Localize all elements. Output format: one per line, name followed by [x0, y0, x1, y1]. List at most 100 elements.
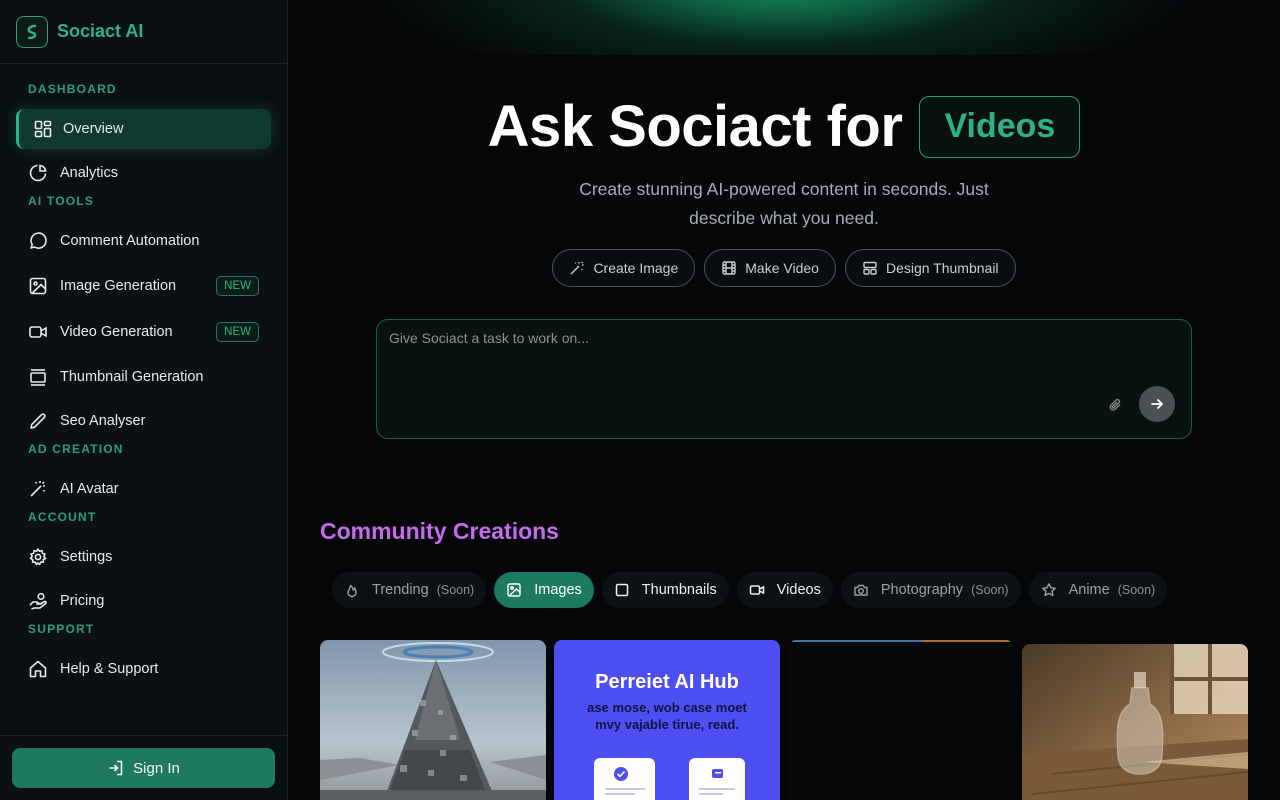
sidebar-item-comment-automation[interactable]: Comment Automation: [16, 221, 271, 261]
main-content: Ask Sociact for Videos Create stunning A…: [288, 0, 1280, 800]
hero-title: Ask Sociact for Videos: [288, 93, 1280, 160]
filter-photography[interactable]: Photography (Soon): [840, 572, 1021, 608]
flame-icon: [347, 584, 357, 598]
video-camera-icon: [28, 322, 48, 342]
top-glow: [288, 0, 1280, 55]
design-thumbnail-button[interactable]: Design Thumbnail: [844, 249, 1016, 287]
sidebar-item-pricing[interactable]: Pricing: [16, 581, 271, 621]
sidebar-item-label: Comment Automation: [60, 233, 200, 249]
sidebar-item-label: Overview: [63, 121, 124, 137]
magic-wand-icon: [28, 479, 48, 499]
filter-label: Thumbnails: [641, 582, 717, 598]
sidebar-item-settings[interactable]: Settings: [16, 537, 271, 577]
create-image-button[interactable]: Create Image: [552, 249, 696, 287]
filter-videos[interactable]: Videos: [736, 572, 833, 608]
sidebar-item-analytics[interactable]: Analytics: [16, 153, 271, 193]
square-icon: [615, 583, 629, 597]
sidebar-item-label: Pricing: [60, 593, 105, 609]
sidebar-item-label: Image Generation: [60, 278, 177, 294]
soon-label: (Soon): [1117, 583, 1156, 597]
brand[interactable]: Sociact AI: [0, 0, 287, 64]
soon-label: (Soon): [436, 583, 475, 597]
brand-logo-icon: [16, 15, 48, 48]
sidebar: Sociact AI DASHBOARD Overview Analytics …: [0, 0, 288, 800]
message-circle-icon: [28, 231, 48, 251]
hero-subtitle: Create stunning AI-powered content in se…: [579, 179, 989, 228]
arrow-right-icon: [1151, 399, 1163, 409]
sidebar-item-video-generation[interactable]: Video Generation NEW: [16, 312, 271, 352]
sidebar-item-seo-analyser[interactable]: Seo Analyser: [16, 401, 271, 441]
filter-thumbnails[interactable]: Thumbnails: [601, 572, 729, 608]
sidebar-item-ai-avatar[interactable]: AI Avatar: [16, 469, 271, 509]
sidebar-item-label: Help & Support: [60, 661, 159, 677]
quick-actions: Create Image Make Video Design Thumbnail: [288, 249, 1280, 287]
filter-label: Photography: [880, 582, 964, 598]
glass-bottle-image: [1022, 644, 1248, 800]
make-video-button[interactable]: Make Video: [704, 249, 836, 287]
sidebar-item-label: Video Generation: [60, 324, 173, 340]
creation-card-dark[interactable]: [788, 640, 1014, 800]
sidebar-item-label: AI Avatar: [60, 481, 119, 497]
home-icon: [28, 659, 48, 679]
prompt-box: [376, 319, 1192, 439]
sidebar-item-overview[interactable]: Overview: [16, 109, 271, 149]
filter-trending[interactable]: Trending (Soon): [332, 572, 487, 608]
gear-icon: [28, 547, 48, 567]
image-icon: [507, 583, 521, 597]
hero-highlight-pill: Videos: [919, 95, 1081, 158]
filter-images[interactable]: Images: [494, 572, 594, 608]
pencil-icon: [28, 411, 48, 431]
image-icon: [28, 276, 48, 296]
soon-label: (Soon): [971, 583, 1009, 597]
sidebar-item-image-generation[interactable]: Image Generation NEW: [16, 266, 271, 306]
creation-card-ai-hub[interactable]: Perreiet AI Hub ase mose, wob case moet …: [554, 640, 780, 800]
magic-wand-icon: [570, 261, 584, 275]
log-in-icon: [109, 760, 123, 776]
prompt-input[interactable]: [377, 320, 1117, 438]
sidebar-footer: Sign In: [0, 735, 287, 800]
filter-label: Images: [534, 582, 582, 598]
pie-chart-icon: [28, 163, 48, 183]
section-label-ad-creation: AD CREATION: [28, 442, 124, 456]
card-hub-panel-left: [594, 758, 655, 800]
check-circle-icon: [605, 767, 645, 795]
layout-icon: [863, 261, 877, 275]
grid-icon: [33, 119, 53, 139]
sign-in-button[interactable]: Sign In: [12, 748, 275, 788]
sidebar-item-label: Seo Analyser: [60, 413, 146, 429]
sidebar-item-label: Settings: [60, 549, 113, 565]
send-button[interactable]: [1139, 386, 1175, 422]
video-camera-icon: [749, 585, 764, 595]
card-hub-panel-right: [689, 758, 745, 800]
design-thumbnail-label: Design Thumbnail: [885, 260, 999, 276]
filter-anime[interactable]: Anime (Soon): [1028, 572, 1168, 608]
community-filters: Trending (Soon) Images Thumbnails Videos…: [332, 572, 1168, 608]
section-label-account: ACCOUNT: [28, 510, 97, 524]
camera-icon: [854, 584, 868, 596]
paperclip-icon[interactable]: [1105, 395, 1125, 415]
make-video-label: Make Video: [745, 260, 819, 276]
creation-card-city-tower[interactable]: [320, 640, 546, 800]
city-tower-image: [320, 640, 546, 800]
hero-title-text: Ask Sociact for: [487, 94, 903, 159]
brand-name: Sociact AI: [57, 21, 144, 41]
filter-label: Anime: [1068, 582, 1110, 598]
new-badge: NEW: [216, 322, 259, 342]
filter-label: Trending: [372, 582, 429, 598]
sign-in-label: Sign In: [133, 759, 180, 777]
sidebar-item-help-support[interactable]: Help & Support: [16, 649, 271, 689]
section-label-ai-tools: AI TOOLS: [28, 194, 95, 208]
sidebar-item-label: Thumbnail Generation: [60, 369, 204, 385]
thumbnail-icon: [28, 367, 48, 387]
sidebar-item-thumbnail-generation[interactable]: Thumbnail Generation: [16, 357, 271, 397]
dark-image: [788, 640, 1014, 800]
wallet-icon: [699, 769, 735, 795]
community-title: Community Creations: [320, 518, 559, 544]
create-image-label: Create Image: [593, 260, 679, 276]
filter-label: Videos: [776, 582, 821, 598]
sidebar-item-label: Analytics: [60, 165, 119, 181]
section-label-dashboard: DASHBOARD: [28, 82, 117, 96]
star-icon: [1041, 583, 1056, 597]
hand-coins-icon: [28, 591, 48, 611]
creation-card-glass-bottle[interactable]: [1022, 644, 1248, 800]
